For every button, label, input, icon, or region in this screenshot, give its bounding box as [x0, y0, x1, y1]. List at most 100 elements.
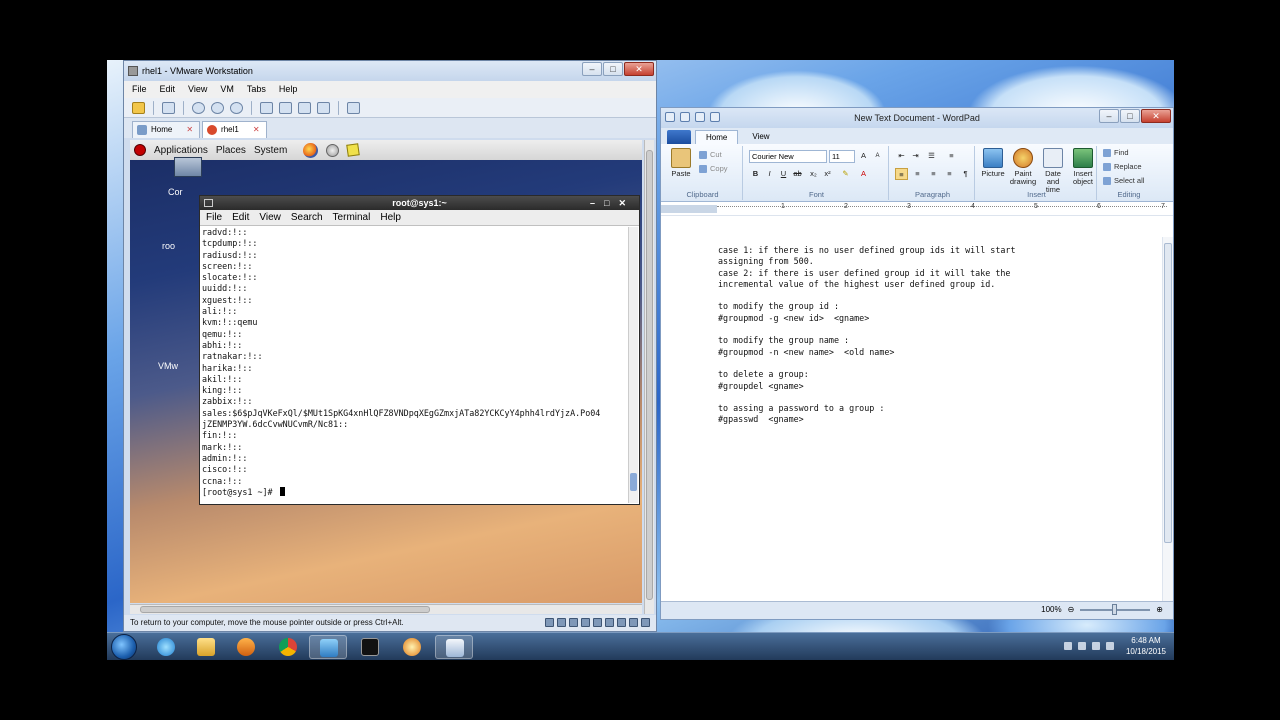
minimize-button[interactable]: – [1099, 109, 1119, 123]
grow-font-icon[interactable]: A [857, 150, 870, 162]
vmware-titlebar[interactable]: rhel1 - VMware Workstation – □ ✕ [124, 61, 656, 81]
shrink-font-icon[interactable]: A [871, 150, 884, 162]
terminal-scrollbar[interactable] [628, 227, 638, 503]
date-time-button[interactable]: Date and time [1039, 148, 1067, 194]
library-icon[interactable] [347, 101, 360, 114]
vmware-horizontal-scrollbar[interactable] [130, 604, 642, 614]
menu-help[interactable]: Help [279, 81, 298, 98]
computer-icon[interactable] [174, 157, 202, 177]
display-icon[interactable] [629, 618, 638, 627]
paragraph-icon[interactable]: ¶ [959, 168, 972, 180]
document-scrollbar[interactable] [1162, 237, 1173, 601]
terminal-titlebar[interactable]: root@sys1:~ –□✕ [200, 196, 639, 210]
terminal-menu-terminal[interactable]: Terminal [333, 210, 371, 225]
thumbnail-view-icon[interactable] [279, 101, 292, 114]
vmware-vertical-scrollbar[interactable] [644, 140, 654, 614]
unity-icon[interactable] [317, 101, 330, 114]
maximize-button[interactable]: □ [1120, 109, 1140, 123]
usb-icon[interactable] [593, 618, 602, 627]
hscroll-thumb[interactable] [140, 606, 430, 613]
taskbar-media[interactable] [227, 635, 265, 659]
terminal-menu-view[interactable]: View [259, 210, 281, 225]
italic-icon[interactable]: I [763, 168, 776, 180]
decrease-indent-icon[interactable]: ⇤ [895, 150, 908, 162]
ruler[interactable]: 1 2 3 4 5 6 7 [661, 202, 1173, 216]
wordpad-menu-button[interactable] [667, 130, 691, 144]
hdd-icon[interactable] [545, 618, 554, 627]
highlight-icon[interactable]: ✎ [839, 168, 852, 180]
close-tab-icon[interactable]: ✕ [186, 122, 193, 138]
menu-file[interactable]: File [132, 81, 147, 98]
wordpad-app-icon[interactable] [665, 112, 675, 122]
copy-button[interactable]: Copy [699, 164, 728, 173]
close-button[interactable]: ✕ [1141, 109, 1171, 123]
zoom-in-icon[interactable]: ⊕ [1156, 605, 1163, 614]
taskbar-ie[interactable] [147, 635, 185, 659]
taskbar-explorer[interactable] [187, 635, 225, 659]
document-scrollbar-thumb[interactable] [1164, 243, 1172, 543]
font-family-select[interactable]: Courier New [749, 150, 827, 163]
floppy-icon[interactable] [569, 618, 578, 627]
menu-places[interactable]: Places [216, 145, 246, 156]
subscript-icon[interactable]: x₂ [807, 168, 820, 180]
notes-icon[interactable] [346, 143, 361, 157]
start-button[interactable] [111, 634, 137, 660]
line-spacing-icon[interactable]: ≡ [945, 150, 958, 162]
printer-icon[interactable] [617, 618, 626, 627]
bold-icon[interactable]: B [749, 168, 762, 180]
sound-icon[interactable] [605, 618, 614, 627]
menu-system[interactable]: System [254, 145, 287, 156]
snapshot-icon[interactable] [192, 101, 205, 114]
terminal-menu-help[interactable]: Help [380, 210, 401, 225]
close-button[interactable]: ✕ [624, 62, 654, 76]
fullscreen-icon[interactable] [298, 101, 311, 114]
font-color-icon[interactable]: A [857, 168, 870, 180]
tab-home[interactable]: Home [695, 130, 739, 144]
taskbar-vmware[interactable] [309, 635, 347, 659]
document-text[interactable]: case 1: if there is no user defined grou… [718, 245, 1016, 426]
find-button[interactable]: Find [1103, 148, 1129, 157]
save-icon[interactable] [680, 112, 690, 122]
replace-button[interactable]: Replace [1103, 162, 1142, 171]
network-icon[interactable] [581, 618, 590, 627]
terminal-window-buttons[interactable]: –□✕ [590, 196, 635, 210]
insert-object-button[interactable]: Insert object [1069, 148, 1097, 186]
justify-icon[interactable]: ≡ [943, 168, 956, 180]
tab-home[interactable]: Home ✕ [132, 121, 201, 138]
terminal-menu-file[interactable]: File [206, 210, 222, 225]
menu-applications[interactable]: Applications [154, 145, 208, 156]
tray-arrow-icon[interactable] [1064, 642, 1072, 650]
maximize-button[interactable]: □ [603, 62, 623, 76]
menu-vm[interactable]: VM [220, 81, 234, 98]
clock[interactable]: 6:48 AM 10/18/2015 [1126, 635, 1166, 657]
font-size-select[interactable]: 11 [829, 150, 855, 163]
menu-tabs[interactable]: Tabs [247, 81, 266, 98]
picture-button[interactable]: Picture [979, 148, 1007, 178]
align-left-icon[interactable]: ≡ [895, 168, 908, 180]
console-view-icon[interactable] [260, 101, 273, 114]
snapshot-manager-icon[interactable] [230, 101, 243, 114]
zoom-slider-knob[interactable] [1112, 603, 1118, 615]
cut-button[interactable]: Cut [699, 150, 722, 159]
strikethrough-icon[interactable]: ab [791, 168, 804, 180]
revert-snapshot-icon[interactable] [211, 101, 224, 114]
taskbar-chrome[interactable] [269, 635, 307, 659]
terminal-menu-edit[interactable]: Edit [232, 210, 249, 225]
align-center-icon[interactable]: ≡ [911, 168, 924, 180]
increase-indent-icon[interactable]: ⇥ [909, 150, 922, 162]
message-icon[interactable] [641, 618, 650, 627]
zoom-out-icon[interactable]: ⊖ [1068, 605, 1075, 614]
paste-button[interactable]: Paste [667, 148, 695, 178]
vscroll-thumb[interactable] [646, 150, 653, 600]
zoom-slider[interactable] [1080, 603, 1151, 615]
minimize-button[interactable]: – [582, 62, 602, 76]
align-right-icon[interactable]: ≡ [927, 168, 940, 180]
close-tab-icon[interactable]: ✕ [253, 122, 260, 138]
power-icon[interactable] [132, 101, 145, 114]
terminal-output[interactable]: radvd:!:: tcpdump:!:: radiusd:!:: screen… [201, 227, 628, 503]
terminal-scrollbar-thumb[interactable] [630, 473, 637, 491]
evolution-icon[interactable] [326, 143, 340, 157]
wordpad-titlebar[interactable]: New Text Document - WordPad – □ ✕ [661, 108, 1173, 128]
cdrom-icon[interactable] [557, 618, 566, 627]
tab-view[interactable]: View [742, 130, 779, 144]
